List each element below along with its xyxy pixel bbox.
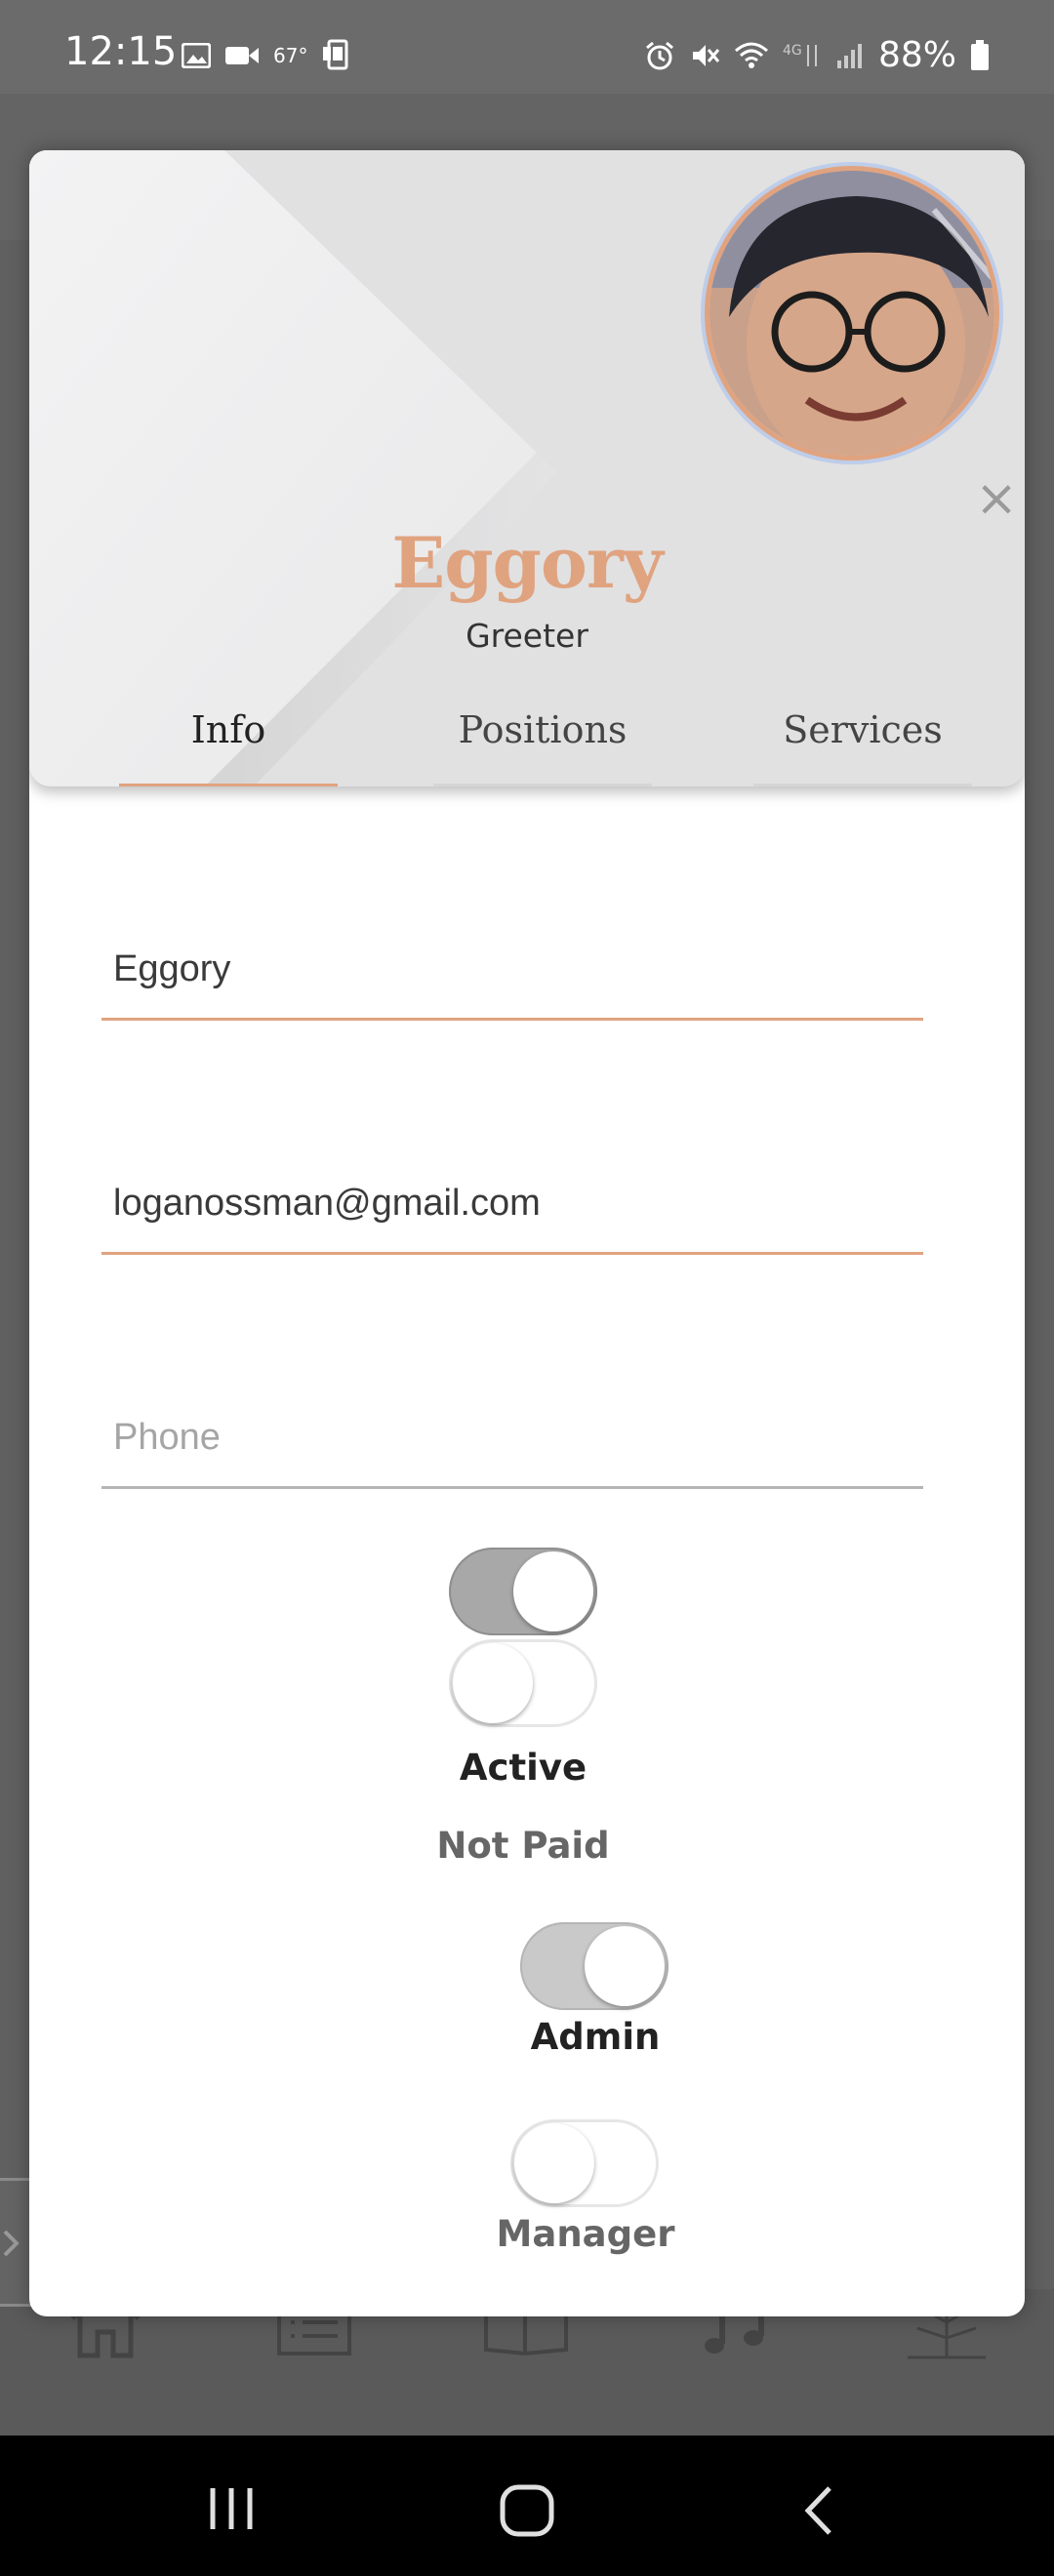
active-toggle[interactable]	[449, 1548, 597, 1635]
phone-field-underline	[101, 1486, 923, 1489]
avatar	[705, 166, 999, 461]
email-field-value: loganossman@gmail.com	[113, 1183, 541, 1224]
gallery-icon	[182, 43, 211, 68]
tab-underline	[433, 784, 652, 786]
profile-name: Eggory	[391, 521, 663, 604]
close-icon[interactable]: ×	[972, 473, 1021, 524]
manager-label: Manager	[496, 2213, 675, 2255]
paid-label: Not Paid	[436, 1825, 610, 1867]
status-battery: 88%	[877, 35, 956, 75]
email-field-underline	[101, 1252, 923, 1255]
tab-positions-label: Positions	[458, 708, 628, 751]
toggle-knob	[585, 1926, 665, 2006]
back-icon[interactable]	[798, 2484, 841, 2537]
status-time: 12:15	[64, 29, 178, 74]
chevron-right-icon	[3, 2230, 20, 2257]
tab-services-label: Services	[783, 708, 943, 751]
email-field[interactable]: loganossman@gmail.com	[101, 1126, 923, 1255]
tab-info-label: Info	[190, 708, 266, 751]
tab-bar: Info Positions Services	[29, 699, 1025, 786]
mute-icon	[692, 44, 720, 66]
manager-toggle[interactable]	[510, 2119, 659, 2207]
profile-header: × Eggory Greeter Info Positions Services	[29, 150, 1025, 786]
home-button-icon[interactable]	[498, 2484, 556, 2537]
name-field-underline	[101, 1018, 923, 1021]
status-temperature: 67°	[273, 44, 308, 67]
user-photo-icon	[709, 171, 994, 456]
tab-services[interactable]: Services	[753, 699, 972, 786]
tab-info[interactable]: Info	[119, 699, 338, 786]
recents-icon[interactable]	[205, 2484, 258, 2533]
phone-field[interactable]: Phone	[101, 1360, 923, 1489]
tab-underline	[753, 784, 972, 786]
toggle-knob	[453, 1643, 533, 1723]
tablet-icon	[323, 39, 348, 70]
toggle-knob	[514, 2123, 594, 2203]
tab-indicator	[119, 784, 338, 786]
status-left-icons: 67°	[182, 39, 354, 72]
wifi-icon	[734, 42, 768, 68]
profile-modal: × Eggory Greeter Info Positions Services…	[29, 150, 1025, 2316]
signal-icon	[836, 43, 862, 68]
phone-field-placeholder: Phone	[113, 1417, 221, 1458]
name-field-value: Eggory	[113, 948, 231, 989]
active-label: Active	[459, 1747, 588, 1789]
name-field[interactable]: Eggory	[101, 892, 923, 1021]
system-navigation-bar	[0, 2435, 1054, 2576]
alarm-icon	[646, 41, 673, 69]
paid-toggle[interactable]	[449, 1639, 597, 1727]
status-bar: 12:15 67° 4G 88%	[0, 0, 1054, 94]
video-icon	[225, 47, 259, 64]
admin-label: Admin	[530, 2016, 661, 2058]
tab-positions[interactable]: Positions	[433, 699, 652, 786]
svg-text:4G: 4G	[783, 43, 802, 59]
lte-icon: 4G	[783, 43, 817, 66]
profile-role: Greeter	[466, 617, 588, 655]
status-right-icons: 4G 88%	[644, 35, 990, 75]
battery-icon	[971, 39, 989, 70]
toggle-knob	[513, 1551, 593, 1631]
admin-toggle[interactable]	[520, 1922, 669, 2010]
